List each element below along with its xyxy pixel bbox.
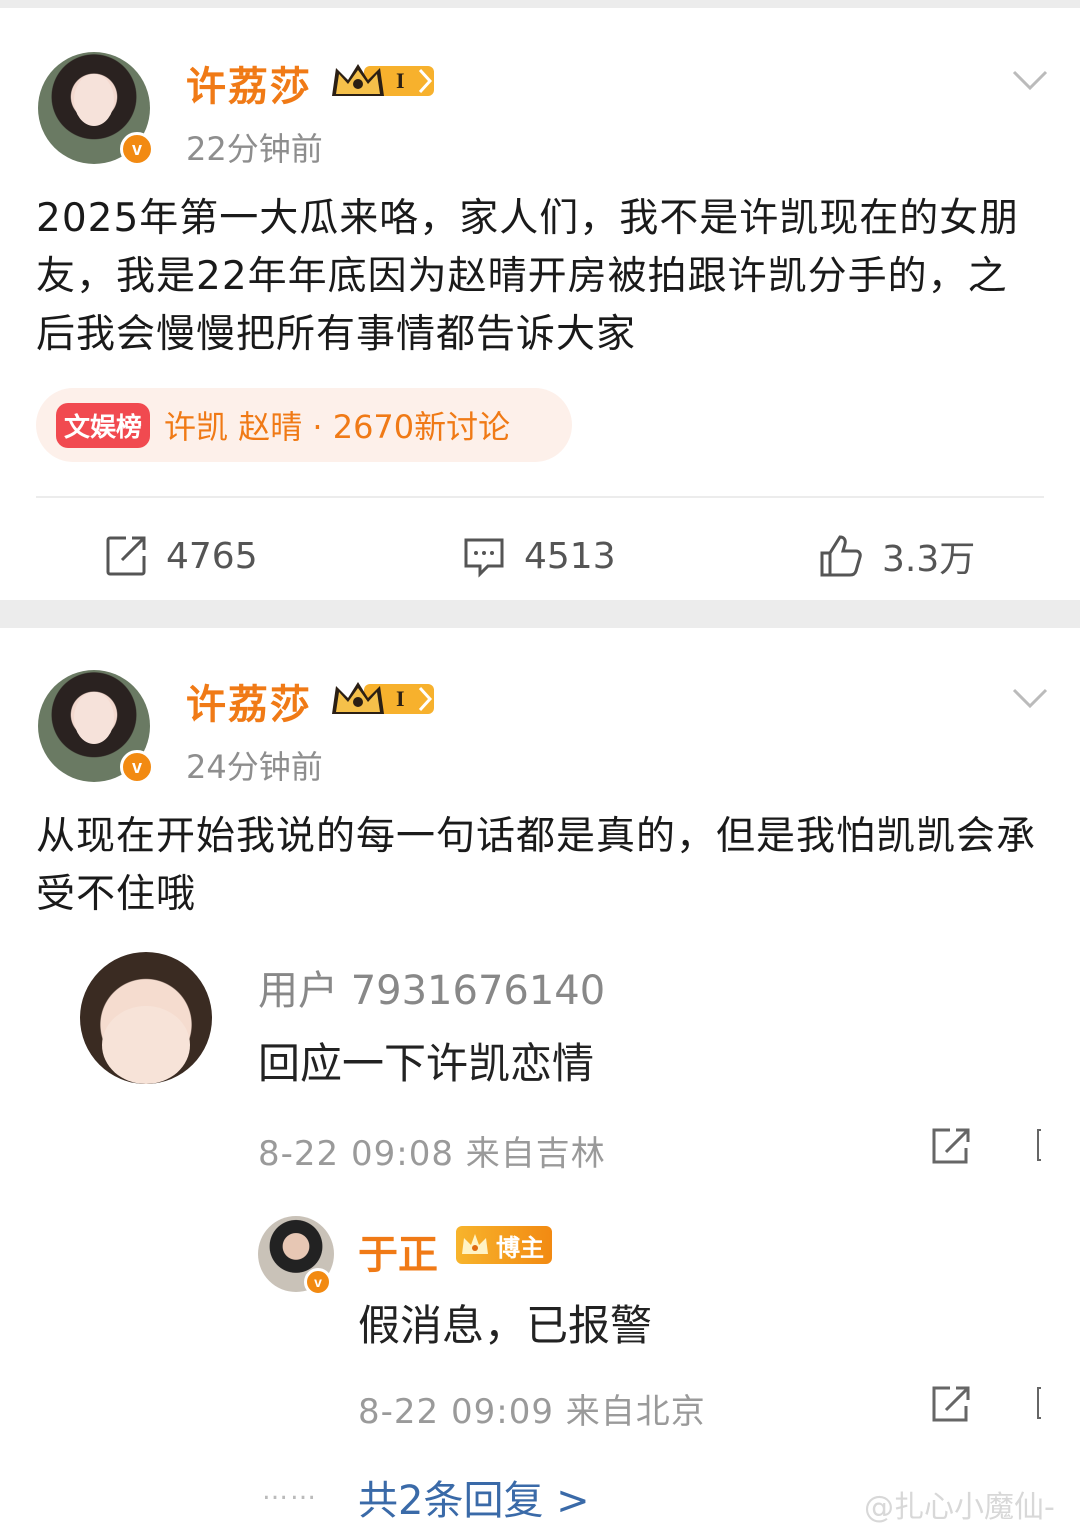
comment-avatar[interactable] [80,952,212,1084]
username[interactable]: 许荔莎 [186,54,312,112]
cut-off-icon [1037,1387,1041,1419]
comment-username[interactable]: 用户 7931676140 [258,958,605,1016]
avatar[interactable]: v [38,670,154,784]
comment-count: 4513 [524,535,616,577]
cut-off-icon [1037,1129,1041,1161]
post-card-2: v 许荔莎 I 24分钟前 从现在开始我说的每一句话都是真的，但是我怕凯凯会承受… [0,628,1080,1538]
verified-v-icon: v [304,1268,332,1296]
reply-meta: 8-22 09:09 来自北京 [358,1392,706,1432]
chevron-down-icon[interactable] [1010,678,1050,718]
avatar-face [74,692,114,744]
crown-icon [462,1234,488,1254]
divider [36,496,1044,498]
blogger-badge: 博主 [456,1226,552,1264]
post-time: 24分钟前 [186,748,323,786]
more-replies-link[interactable]: 共2条回复 > [358,1468,590,1526]
watermark: @扎心小魔仙- [864,1490,1055,1525]
svg-text:I: I [396,686,405,711]
like-count: 3.3万 [882,539,976,580]
comment-text: 回应一下许凯恋情 [258,1039,595,1088]
crown-level-badge-icon: I [332,682,434,714]
repost-count: 4765 [166,535,258,577]
repost-button[interactable]: 4765 [104,526,258,586]
post-card-1: v 许荔莎 I 22分钟前 2025年第一大瓜来咯，家人们，我不是许凯现在的女朋… [0,8,1080,600]
verified-v-icon: v [120,750,154,784]
username[interactable]: 许荔莎 [186,672,312,730]
topic-text: 许凯 赵晴 · 2670新讨论 [164,408,511,446]
reply-username[interactable]: 于正 [358,1222,438,1280]
comment-icon [464,538,504,578]
post-text: 从现在开始我说的每一句话都是真的，但是我怕凯凯会承受不住哦 [36,814,1037,917]
verified-v-icon: v [120,132,154,166]
comment-meta: 8-22 09:08 来自吉林 [258,1134,606,1174]
blogger-badge-label: 博主 [496,1233,544,1262]
topic-chip[interactable]: 文娱榜 许凯 赵晴 · 2670新讨论 [36,388,572,462]
avatar-face [102,1006,190,1084]
repost-icon [106,536,146,576]
comment-button[interactable]: 4513 [462,526,616,586]
topic-tag: 文娱榜 [56,402,151,448]
post-time: 22分钟前 [186,130,323,168]
svg-text:I: I [396,68,405,93]
post-text: 2025年第一大瓜来咯，家人们，我不是许凯现在的女朋友，我是22年年底因为赵晴开… [36,196,1020,357]
avatar-face [74,74,114,126]
avatar[interactable]: v [38,52,154,166]
crown-level-badge-icon: I [332,64,434,96]
share-icon[interactable] [930,1126,974,1166]
like-button[interactable]: 3.3万 [818,526,975,586]
like-icon [820,535,862,577]
reply-dots: …… [262,1476,318,1506]
share-icon[interactable] [930,1384,974,1424]
reply-text: 假消息，已报警 [358,1301,653,1350]
chevron-down-icon[interactable] [1010,60,1050,100]
